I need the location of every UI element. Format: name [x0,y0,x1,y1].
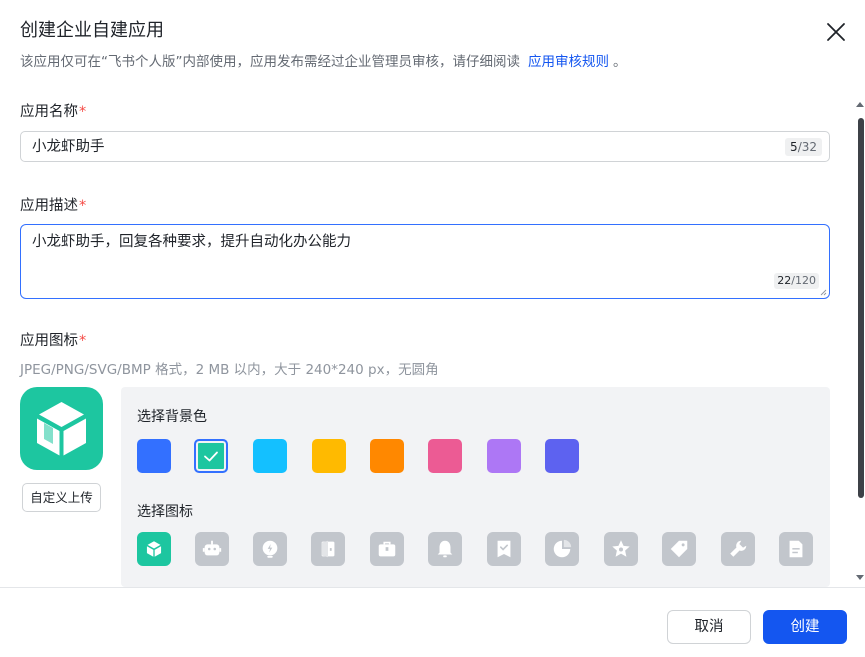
required-mark: * [79,333,87,349]
custom-upload-button[interactable]: 自定义上传 [22,483,101,512]
app-name-label-text: 应用名称 [20,104,78,120]
app-description-counter: 22/120 [774,273,819,289]
app-name-input[interactable]: 小龙虾助手 5/32 [20,131,830,162]
dialog-title: 创建企业自建应用 [20,20,164,41]
subtitle-end: 。 [613,54,627,70]
checklist-icon [497,540,511,558]
required-mark: * [79,198,87,214]
color-swatch-purple[interactable] [487,439,521,473]
close-icon[interactable] [824,20,848,44]
cube-icon [37,402,86,456]
app-icon-preview [20,387,103,470]
color-swatch-yellow[interactable] [312,439,346,473]
scrollbar[interactable] [855,101,865,581]
document-icon [789,540,803,558]
icon-option-star-badge[interactable] [604,532,638,566]
color-swatch-indigo[interactable] [545,439,579,473]
icon-picker-panel: 选择背景色 选择图标 [121,387,830,587]
robot-icon [202,540,222,556]
app-name-counter: 5/32 [785,138,822,156]
app-name-value[interactable]: 小龙虾助手 [32,138,105,156]
app-description-value[interactable]: 小龙虾助手，回复各种要求，提升自动化办公能力 [32,232,351,252]
color-swatch-sky[interactable] [253,439,287,473]
required-mark: * [79,104,87,120]
bell-icon [437,540,453,558]
icon-option-pie-chart[interactable] [545,532,579,566]
wrench-icon [730,540,747,557]
color-swatch-teal[interactable] [194,439,228,473]
icon-option-bell[interactable] [428,532,462,566]
app-icon-hint: JPEG/PNG/SVG/BMP 格式，2 MB 以内，大于 240*240 p… [20,362,439,378]
door-icon [321,540,335,558]
app-icon-label: 应用图标* [20,331,86,351]
review-rules-link[interactable]: 应用审核规则 [528,54,609,70]
color-swatch-pink[interactable] [428,439,462,473]
icon-option-tag[interactable] [662,532,696,566]
app-description-count: 22 [777,274,792,287]
app-description-textarea[interactable]: 小龙虾助手，回复各种要求，提升自动化办公能力 22/120 [20,224,830,299]
app-name-label: 应用名称* [20,102,86,122]
icon-option-briefcase[interactable] [370,532,404,566]
color-swatch-orange[interactable] [370,439,404,473]
close-button[interactable] [824,20,848,44]
check-icon [204,451,218,462]
app-name-count: 5 [790,140,798,154]
icon-option-checklist[interactable] [487,532,521,566]
pie-chart-icon [553,539,572,558]
lightbulb-icon [262,540,278,558]
cube-icon [146,541,162,557]
resize-handle-icon[interactable] [820,289,827,296]
icon-option-cube[interactable] [137,532,171,566]
background-color-label: 选择背景色 [137,409,207,425]
icon-option-robot[interactable] [195,532,229,566]
color-swatch-blue[interactable] [137,439,171,473]
icon-option-document[interactable] [779,532,813,566]
app-description-max: /120 [791,274,816,287]
choose-icon-label: 选择图标 [137,504,193,520]
dialog-subtitle: 该应用仅可在“飞书个人版”内部使用，应用发布需经过企业管理员审核，请仔细阅读 应用… [20,52,627,72]
app-description-label: 应用描述* [20,196,86,216]
app-icon-label-text: 应用图标 [20,333,78,349]
subtitle-text: 该应用仅可在“飞书个人版”内部使用，应用发布需经过企业管理员审核，请仔细阅读 [20,54,520,70]
icon-option-door[interactable] [311,532,345,566]
app-name-max: /32 [797,140,817,154]
cancel-button[interactable]: 取消 [667,610,751,644]
app-description-label-text: 应用描述 [20,198,78,214]
icon-option-wrench[interactable] [721,532,755,566]
tag-icon [670,540,688,558]
icon-option-lightbulb[interactable] [253,532,287,566]
star-badge-icon [612,540,630,557]
briefcase-icon [378,541,396,557]
create-button[interactable]: 创建 [763,610,847,644]
